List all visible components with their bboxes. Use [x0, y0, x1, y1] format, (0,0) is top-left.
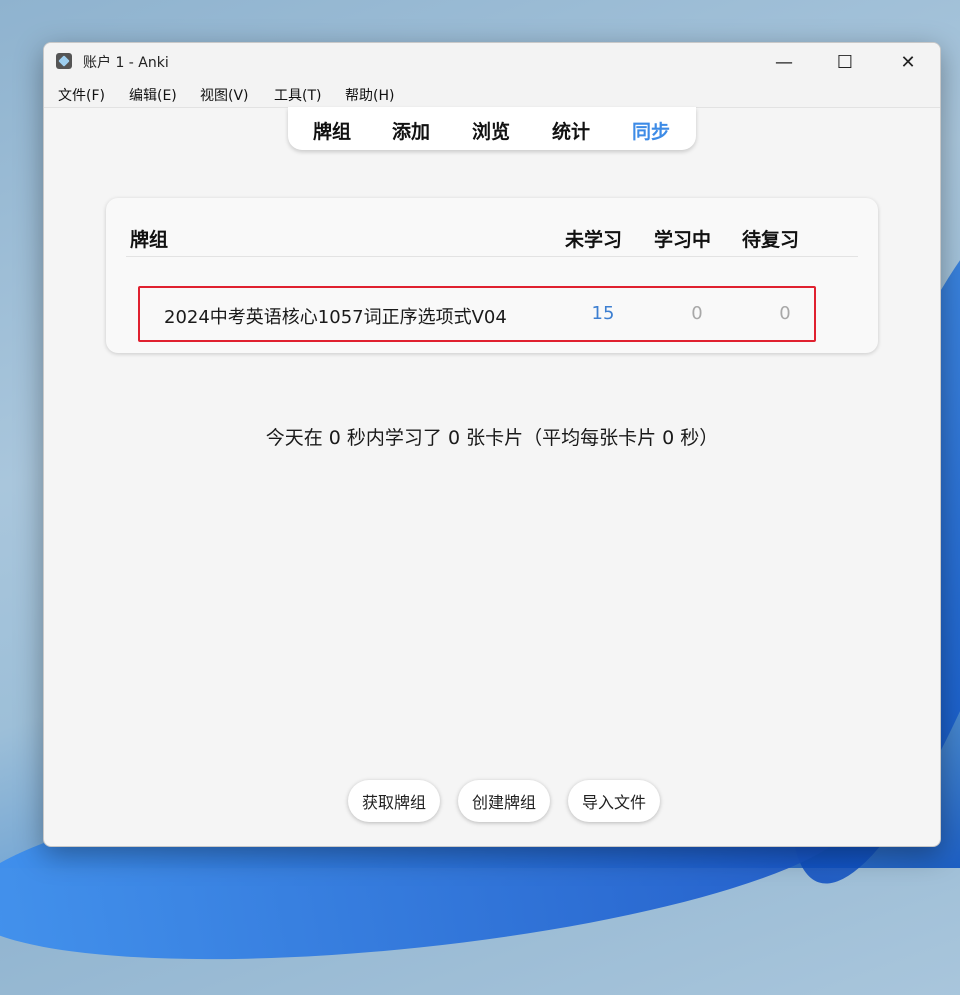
- get-shared-button[interactable]: 获取牌组: [348, 780, 440, 822]
- close-icon[interactable]: ✕: [880, 43, 936, 81]
- header-deck: 牌组: [130, 229, 169, 251]
- deck-name-link[interactable]: 2024中考英语核心1057词正序选项式V04: [164, 303, 507, 329]
- learning-count: 0: [691, 303, 703, 324]
- window-title: 账户 1 - Anki: [83, 55, 169, 71]
- menu-file[interactable]: 文件(F): [58, 85, 105, 105]
- maximize-icon[interactable]: ☐: [817, 43, 873, 81]
- top-toolbar: 牌组 添加 浏览 统计 同步: [288, 107, 696, 150]
- anki-main-window: 账户 1 - Anki — ☐ ✕ 文件(F) 编辑(E) 视图(V) 工具(T…: [43, 42, 941, 847]
- header-review: 待复习: [742, 229, 800, 251]
- tab-add[interactable]: 添加: [392, 117, 430, 144]
- review-count: 0: [779, 303, 791, 324]
- menu-edit[interactable]: 编辑(E): [129, 85, 177, 105]
- import-file-button[interactable]: 导入文件: [568, 780, 660, 822]
- menu-tools[interactable]: 工具(T): [274, 85, 321, 105]
- menu-view[interactable]: 视图(V): [200, 85, 249, 105]
- new-count: 15: [591, 303, 615, 324]
- tab-sync[interactable]: 同步: [632, 117, 670, 144]
- title-bar[interactable]: 账户 1 - Anki — ☐ ✕: [44, 43, 940, 81]
- menu-help[interactable]: 帮助(H): [345, 85, 394, 105]
- deck-row[interactable]: 2024中考英语核心1057词正序选项式V04 15 0 0: [138, 286, 816, 342]
- tab-stats[interactable]: 统计: [552, 117, 590, 144]
- anki-app-icon: [56, 53, 72, 69]
- header-new: 未学习: [565, 229, 623, 251]
- create-deck-button[interactable]: 创建牌组: [458, 780, 550, 822]
- minimize-icon[interactable]: —: [756, 43, 812, 81]
- study-summary: 今天在 0 秒内学习了 0 张卡片（平均每张卡片 0 秒）: [265, 427, 719, 449]
- tab-decks[interactable]: 牌组: [313, 117, 351, 144]
- header-divider: [126, 256, 858, 257]
- tab-browse[interactable]: 浏览: [472, 117, 510, 144]
- deck-list: 牌组 未学习 学习中 待复习 2024中考英语核心1057词正序选项式V04 1…: [106, 198, 878, 353]
- menu-bar: 文件(F) 编辑(E) 视图(V) 工具(T) 帮助(H): [44, 81, 940, 108]
- header-learning: 学习中: [654, 229, 712, 251]
